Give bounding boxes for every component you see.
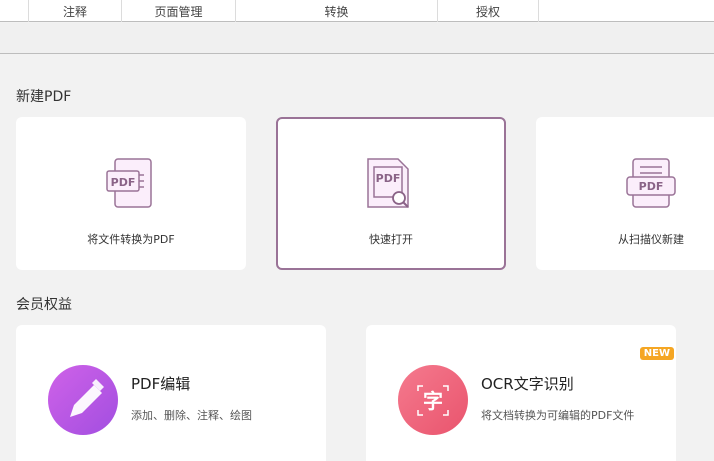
card-title: PDF编辑 [131,375,191,393]
section-title-new-pdf: 新建PDF [16,89,72,105]
card-label: 从扫描仪新建 [618,233,684,246]
card-desc: 将文档转换为可编辑的PDF文件 [481,409,635,422]
pdf-edit-card[interactable]: PDF编辑 添加、删除、注释、绘图 [16,325,326,461]
card-label: 将文件转换为PDF [87,233,175,246]
quick-open-card[interactable]: PDF 快速打开 [276,117,506,270]
tab-annotate[interactable]: 注释 [29,0,122,22]
svg-text:PDF: PDF [111,176,136,189]
ribbon-toolbar: 注释 页面管理 转换 授权 [0,0,714,22]
toolbar-band [0,23,714,54]
scanner-new-card[interactable]: PDF 从扫描仪新建 [536,117,714,270]
scanner-icon: PDF [626,158,676,208]
svg-text:PDF: PDF [376,172,401,185]
new-badge: NEW [639,347,674,360]
file-convert-icon: PDF [106,158,152,208]
section-title-member: 会员权益 [16,297,72,313]
tab-license[interactable]: 授权 [438,0,539,22]
toolbar-group [0,0,29,22]
ocr-icon: 字 [398,365,468,435]
card-title: OCR文字识别 [481,375,574,393]
svg-text:字: 字 [423,389,443,413]
card-label: 快速打开 [369,233,413,246]
pdf-search-icon: PDF [367,158,409,208]
card-desc: 添加、删除、注释、绘图 [131,409,252,422]
pencil-icon [48,365,118,435]
convert-to-pdf-card[interactable]: PDF 将文件转换为PDF [16,117,246,270]
tab-convert[interactable]: 转换 [236,0,438,22]
tab-page-manage[interactable]: 页面管理 [122,0,236,22]
svg-text:PDF: PDF [639,180,664,193]
ocr-card[interactable]: NEW 字 OCR文字识别 将文档转换为可编辑的PDF文件 [366,325,676,461]
